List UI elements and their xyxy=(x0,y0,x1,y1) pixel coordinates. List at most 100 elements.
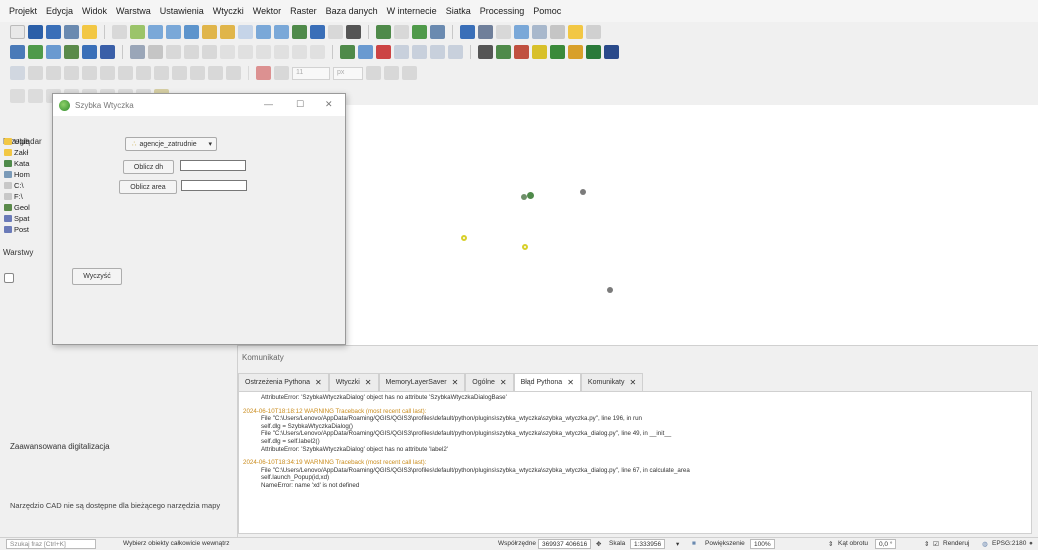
cad-icon[interactable] xyxy=(10,66,25,80)
add-delimited-icon[interactable] xyxy=(82,45,97,59)
tolerance-input[interactable]: 11 xyxy=(292,66,330,80)
edit-icon[interactable] xyxy=(148,45,163,59)
tab-messages-0[interactable]: Ostrzeżenia Pythona ✕ xyxy=(238,373,329,391)
menu-item[interactable]: W internecie xyxy=(387,6,437,16)
menu-item[interactable]: Raster xyxy=(290,6,317,16)
python-console-icon[interactable] xyxy=(478,45,493,59)
menu-item[interactable]: Siatka xyxy=(446,6,471,16)
open-project-icon[interactable] xyxy=(28,25,43,39)
browser-item[interactable]: Geol xyxy=(4,202,54,213)
tab-messages-3[interactable]: Ogólne ✕ xyxy=(465,373,514,391)
move-feature-icon[interactable] xyxy=(28,66,43,80)
add-part-icon[interactable] xyxy=(118,66,133,80)
help-icon[interactable] xyxy=(586,25,601,39)
zoom-full-icon[interactable] xyxy=(184,25,199,39)
add-feature-icon[interactable] xyxy=(184,45,199,59)
topology-icon[interactable] xyxy=(366,66,381,80)
pan-to-selection-icon[interactable] xyxy=(130,25,145,39)
label-rotate-icon[interactable] xyxy=(412,45,427,59)
data-source-manager-icon[interactable] xyxy=(10,45,25,59)
map-point[interactable] xyxy=(607,287,613,293)
map-point[interactable] xyxy=(522,244,528,250)
menu-item[interactable]: Widok xyxy=(82,6,107,16)
statistics-icon[interactable] xyxy=(496,25,511,39)
zoom-native-icon[interactable] xyxy=(238,25,253,39)
annotation-icon[interactable] xyxy=(568,25,583,39)
plugin-a-icon[interactable] xyxy=(496,45,511,59)
map-point[interactable] xyxy=(461,235,467,241)
plugin-f-icon[interactable] xyxy=(586,45,601,59)
browser-item[interactable]: Spat xyxy=(4,213,54,224)
scale-dropdown-icon[interactable]: ▾ xyxy=(676,540,679,548)
copy-icon[interactable] xyxy=(256,45,271,59)
intersection-icon[interactable] xyxy=(384,66,399,80)
scale-feature-icon[interactable] xyxy=(64,66,79,80)
crs-button[interactable]: EPSG:2180 xyxy=(992,540,1026,547)
label-move-icon[interactable] xyxy=(394,45,409,59)
clear-button[interactable]: Wyczyść xyxy=(72,268,122,285)
plugin-d-icon[interactable] xyxy=(550,45,565,59)
tab-close-icon[interactable]: ✕ xyxy=(365,378,372,387)
tab-close-icon[interactable]: ✕ xyxy=(315,378,322,387)
browser-item[interactable]: Hom xyxy=(4,169,54,180)
zoom-last-icon[interactable] xyxy=(256,25,271,39)
menu-item[interactable]: Processing xyxy=(480,6,525,16)
menu-item[interactable]: Projekt xyxy=(9,6,37,16)
cut-icon[interactable] xyxy=(238,45,253,59)
locator-search-input[interactable]: Szukaj fraz [Ctrl+K] xyxy=(6,539,96,549)
rotation-spin-icon[interactable]: ⇕ xyxy=(828,540,833,548)
menu-item[interactable]: Pomoc xyxy=(533,6,561,16)
label-icon[interactable] xyxy=(340,45,355,59)
layer-checkbox[interactable] xyxy=(4,273,14,283)
sigma-icon[interactable] xyxy=(514,25,529,39)
rotate-feature-icon[interactable] xyxy=(46,66,61,80)
lock-icon[interactable]: ■ xyxy=(692,540,696,547)
snap-mode-icon[interactable] xyxy=(274,66,289,80)
ellipse-icon[interactable] xyxy=(28,89,43,103)
undo-icon[interactable] xyxy=(292,45,307,59)
diagram-icon[interactable] xyxy=(448,45,463,59)
offset-icon[interactable] xyxy=(190,66,205,80)
browser-item[interactable]: F:\ xyxy=(4,191,54,202)
plugin-c-icon[interactable] xyxy=(532,45,547,59)
vertex-tool-icon[interactable] xyxy=(202,45,217,59)
snapping-icon[interactable] xyxy=(256,66,271,80)
python-error-log[interactable]: AttributeError: 'SzybkaWtyczkaDialog' ob… xyxy=(238,391,1032,534)
tab-close-icon[interactable]: ✕ xyxy=(630,378,637,387)
rotation-spin-icon-2[interactable]: ⇕ xyxy=(924,540,929,548)
bookmark-icon[interactable] xyxy=(328,25,343,39)
delete-icon[interactable] xyxy=(220,45,235,59)
refresh-icon[interactable] xyxy=(346,25,361,39)
add-ring-icon[interactable] xyxy=(100,66,115,80)
plugin-g-icon[interactable] xyxy=(604,45,619,59)
menu-item[interactable]: Wektor xyxy=(253,6,281,16)
menu-item[interactable]: Warstwa xyxy=(116,6,151,16)
select-icon[interactable] xyxy=(412,25,427,39)
tab-messages-4[interactable]: Błąd Pythona ✕ xyxy=(513,373,581,391)
browser-item[interactable]: C:\ xyxy=(4,180,54,191)
unit-select[interactable]: px xyxy=(333,66,363,80)
menu-item[interactable]: Edycja xyxy=(46,6,73,16)
add-mesh-icon[interactable] xyxy=(64,45,79,59)
attribute-table-icon[interactable] xyxy=(532,25,547,39)
calc-dh-button[interactable]: Oblicz dh xyxy=(123,160,174,174)
map-point[interactable] xyxy=(527,192,534,199)
table-icon[interactable] xyxy=(478,25,493,39)
reshape-icon[interactable] xyxy=(172,66,187,80)
new-project-icon[interactable] xyxy=(10,25,25,39)
trace-icon[interactable] xyxy=(402,66,417,80)
magnifier-field[interactable]: 100% xyxy=(750,539,775,549)
browser-item[interactable]: Post xyxy=(4,224,54,235)
tab-close-icon[interactable]: ✕ xyxy=(567,378,574,387)
digitize-icon[interactable] xyxy=(130,45,145,59)
menu-item[interactable]: Wtyczki xyxy=(213,6,244,16)
label-change-icon[interactable] xyxy=(430,45,445,59)
tab-messages-1[interactable]: Wtyczki ✕ xyxy=(328,373,379,391)
add-spatialite-icon[interactable] xyxy=(100,45,115,59)
minimize-icon[interactable]: — xyxy=(264,99,273,109)
calc-area-button[interactable]: Oblicz area xyxy=(119,180,177,194)
merge-icon[interactable] xyxy=(226,66,241,80)
simplify-icon[interactable] xyxy=(82,66,97,80)
coordinate-toggle-icon[interactable]: ✥ xyxy=(596,540,601,548)
map-canvas[interactable] xyxy=(238,105,1038,345)
